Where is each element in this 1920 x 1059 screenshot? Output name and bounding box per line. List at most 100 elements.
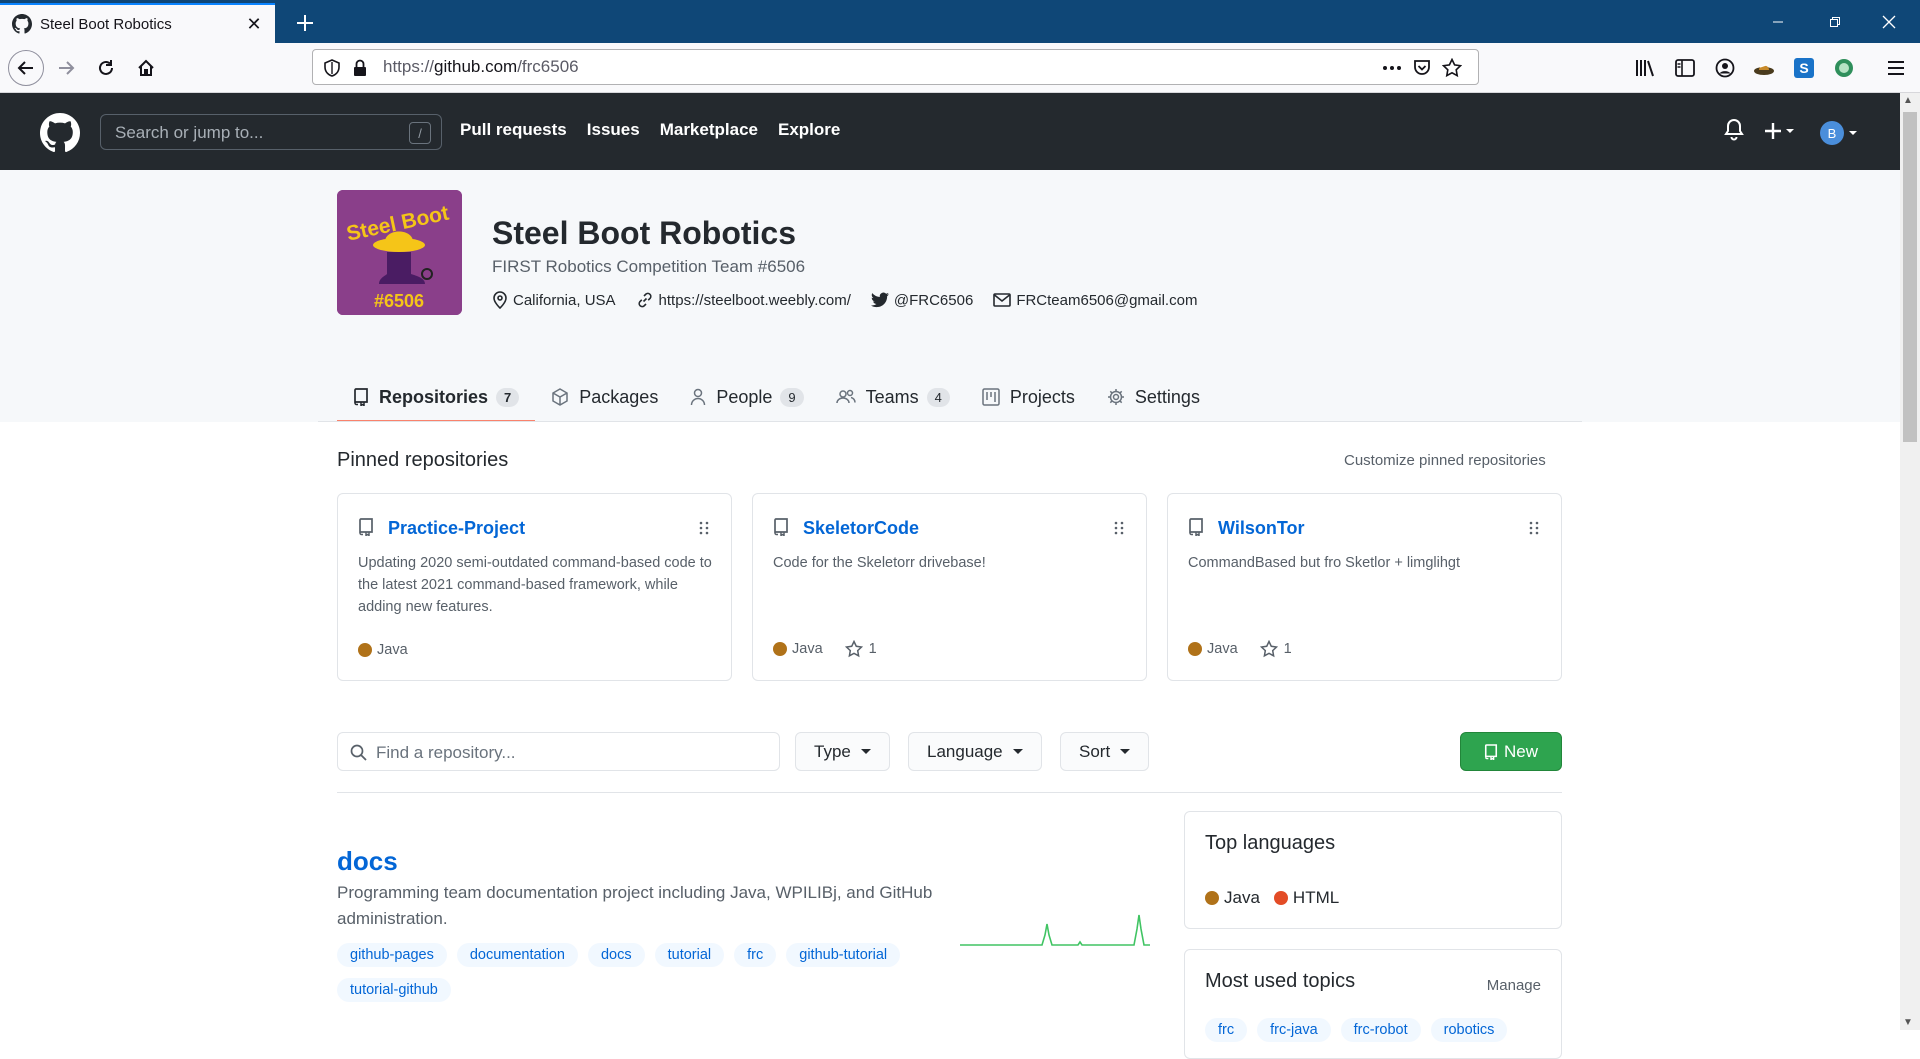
scroll-thumb[interactable] <box>1903 112 1917 442</box>
topic-tag[interactable]: tutorial <box>654 943 725 967</box>
pinned-repo-footer: Java 1 <box>773 640 877 658</box>
find-repository-input[interactable]: Find a repository... <box>337 732 780 771</box>
pinned-repo-name[interactable]: SkeletorCode <box>803 518 919 539</box>
pinned-card: Practice-Project Updating 2020 semi-outd… <box>337 493 732 681</box>
search-icon <box>350 744 367 761</box>
pinned-repo-description: CommandBased but fro Sketlor + limglihgt <box>1188 555 1461 571</box>
tab-repositories[interactable]: Repositories 7 <box>337 372 536 422</box>
language-color-dot <box>1188 642 1202 656</box>
topic-tag[interactable]: github-tutorial <box>786 943 901 967</box>
twitter-icon <box>870 292 889 308</box>
restore-button[interactable] <box>1812 0 1857 43</box>
drag-grip-icon[interactable] <box>1114 521 1124 535</box>
lock-icon[interactable] <box>349 57 371 79</box>
minimize-button[interactable] <box>1755 0 1800 43</box>
hamburger-menu-icon[interactable] <box>1884 56 1908 80</box>
drag-grip-icon[interactable] <box>699 521 709 535</box>
forward-button[interactable] <box>48 50 84 86</box>
browser-toolbar: https://github.com/frc6506 S <box>0 43 1920 93</box>
nav-explore[interactable]: Explore <box>778 120 840 140</box>
github-search-input[interactable]: Search or jump to... / <box>100 114 442 150</box>
scroll-down-icon[interactable]: ▼ <box>1903 1017 1913 1028</box>
scroll-up-icon[interactable]: ▲ <box>1903 95 1913 106</box>
new-tab-button[interactable] <box>288 6 322 40</box>
tab-title: Steel Boot Robotics <box>40 15 172 33</box>
minimize-icon <box>1772 21 1783 22</box>
browser-tab[interactable]: Steel Boot Robotics ✕ <box>0 3 275 43</box>
tab-projects[interactable]: Projects <box>966 372 1091 422</box>
search-shortcut-key: / <box>409 122 431 144</box>
bell-icon[interactable] <box>1724 118 1744 142</box>
pinned-repo-name[interactable]: Practice-Project <box>388 518 525 539</box>
reload-button[interactable] <box>88 50 124 86</box>
pinned-repo-name[interactable]: WilsonTor <box>1218 518 1305 539</box>
account-icon[interactable] <box>1713 56 1737 80</box>
topic-tag[interactable]: documentation <box>456 943 578 967</box>
language-item[interactable]: Java <box>1205 888 1260 908</box>
sidebar-icon[interactable] <box>1673 56 1697 80</box>
nav-marketplace[interactable]: Marketplace <box>660 120 758 140</box>
pinned-repo-description: Updating 2020 semi-outdated command-base… <box>358 555 712 615</box>
type-filter-button[interactable]: Type <box>795 732 890 771</box>
tab-teams[interactable]: Teams 4 <box>820 372 966 422</box>
bookmark-star-icon[interactable] <box>1441 57 1463 79</box>
plus-dropdown-icon[interactable] <box>1764 121 1798 141</box>
manage-topics-link[interactable]: Manage <box>1487 977 1541 994</box>
pinned-repo-footer: Java 1 <box>1188 640 1292 658</box>
tab-settings[interactable]: Settings <box>1091 372 1216 422</box>
topic-tag[interactable]: robotics <box>1430 1018 1508 1042</box>
star-icon <box>844 640 863 658</box>
org-name: Steel Boot Robotics <box>492 215 797 251</box>
address-bar[interactable]: https://github.com/frc6506 <box>312 49 1479 85</box>
close-window-button[interactable] <box>1866 0 1911 43</box>
language-filter-button[interactable]: Language <box>908 732 1042 771</box>
extension-s-icon[interactable]: S <box>1792 56 1816 80</box>
drag-grip-icon[interactable] <box>1529 521 1539 535</box>
caret-down-icon <box>1012 749 1023 754</box>
home-button[interactable] <box>128 50 164 86</box>
new-repository-button[interactable]: New <box>1460 732 1562 771</box>
org-twitter[interactable]: @FRC6506 <box>870 292 973 309</box>
org-website[interactable]: https://steelboot.weebly.com/ <box>636 291 851 309</box>
repo-name-link[interactable]: docs <box>337 846 398 877</box>
repositories-count: 7 <box>496 387 520 407</box>
topic-tag[interactable]: frc-java <box>1257 1018 1331 1042</box>
library-icon[interactable] <box>1634 56 1658 80</box>
topic-tag[interactable]: tutorial-github <box>337 978 451 1002</box>
extension-circle-icon[interactable] <box>1832 56 1856 80</box>
sort-filter-button[interactable]: Sort <box>1060 732 1150 771</box>
nav-pull-requests[interactable]: Pull requests <box>460 120 567 140</box>
pocket-icon[interactable] <box>1411 57 1433 79</box>
steel-boot-logo-icon: Steel Boot #6506 <box>337 190 462 315</box>
pinned-card: SkeletorCode Code for the Skeletorr driv… <box>752 493 1147 681</box>
org-email[interactable]: FRCteam6506@gmail.com <box>993 292 1197 309</box>
github-logo-icon[interactable] <box>40 113 80 153</box>
more-actions-icon[interactable] <box>1381 57 1403 79</box>
topic-tag[interactable]: github-pages <box>337 943 447 967</box>
avatar-dropdown-icon[interactable]: B <box>1820 120 1860 146</box>
location-icon <box>493 291 507 309</box>
gear-icon <box>1107 389 1124 405</box>
language-item[interactable]: HTML <box>1273 888 1339 908</box>
arrow-right-icon <box>59 61 75 75</box>
tab-close-icon[interactable]: ✕ <box>239 9 269 39</box>
tab-people[interactable]: People 9 <box>674 372 819 422</box>
top-languages-title: Top languages <box>1205 832 1336 854</box>
topic-tag[interactable]: docs <box>587 943 645 967</box>
pinned-repo-language: Java <box>1207 641 1238 657</box>
pinned-repo-stars[interactable]: 1 <box>844 640 877 658</box>
top-languages-list: Java HTML <box>1205 888 1353 908</box>
page-scrollbar[interactable]: ▲ ▼ <box>1900 93 1920 1030</box>
topic-tag[interactable]: frc <box>1205 1018 1248 1042</box>
top-languages-box: Top languages Java HTML <box>1184 811 1562 929</box>
nav-issues[interactable]: Issues <box>587 120 640 140</box>
back-button[interactable] <box>8 50 44 86</box>
tab-packages[interactable]: Packages <box>535 372 674 422</box>
topic-tag[interactable]: frc-robot <box>1340 1018 1421 1042</box>
shield-icon[interactable] <box>321 57 343 79</box>
customize-pinned-link[interactable]: Customize pinned repositories <box>1344 452 1546 469</box>
org-tabs: Repositories 7 Packages People 9 Teams 4… <box>337 372 1216 422</box>
pinned-repo-stars[interactable]: 1 <box>1259 640 1292 658</box>
topic-tag[interactable]: frc <box>734 943 777 967</box>
extension-hat-icon[interactable] <box>1752 56 1776 80</box>
